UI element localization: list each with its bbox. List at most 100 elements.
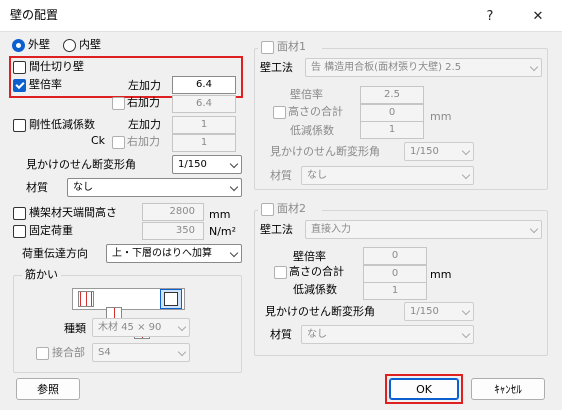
panel2-method-value: 直接入力 — [311, 224, 351, 235]
rigidity-right-label: 右加力 — [127, 135, 160, 148]
material-select[interactable]: なし — [67, 178, 242, 197]
multiplier-checkbox[interactable] — [13, 79, 26, 92]
outer-wall-label: 外壁 — [28, 38, 50, 51]
beam-height-unit: mm — [209, 208, 231, 221]
panel2-shear-value: 1/150 — [410, 306, 439, 317]
chevron-down-icon — [229, 248, 239, 258]
chevron-down-icon — [177, 322, 187, 332]
load-transfer-label: 荷重伝達方向 — [22, 247, 88, 260]
panel2-material-select[interactable]: なし — [301, 325, 474, 344]
chevron-down-icon — [529, 224, 539, 234]
panel1-material-select[interactable]: なし — [301, 166, 474, 185]
brace-cross-icon-frame — [80, 292, 92, 306]
panel1-material-value: なし — [307, 170, 327, 181]
panel2-multiplier-label: 壁倍率 — [293, 250, 326, 263]
panel1-reduction-label: 低減係数 — [290, 124, 334, 137]
shear-angle-select[interactable]: 1/150 — [172, 155, 242, 174]
load-transfer-value: 上・下層のはりへ加算 — [112, 248, 212, 259]
panel1-title: 面材1 — [277, 40, 306, 53]
window-title: 壁の配置 — [10, 8, 59, 22]
load-transfer-select[interactable]: 上・下層のはりへ加算 — [106, 244, 242, 263]
close-button[interactable]: ✕ — [518, 2, 558, 30]
chevron-down-icon — [461, 306, 471, 316]
partition-checkbox[interactable] — [13, 61, 26, 74]
right-force-checkbox[interactable] — [112, 97, 125, 110]
panel1-multiplier-label: 壁倍率 — [290, 88, 323, 101]
fixed-load-unit: N/m² — [209, 225, 237, 238]
right-force-label: 右加力 — [127, 96, 160, 109]
left-force-label: 左加力 — [128, 79, 161, 92]
partition-label: 間仕切り壁 — [29, 60, 84, 73]
panel1-height-checkbox[interactable] — [273, 106, 286, 119]
beam-height-label: 横架材天端間高さ — [29, 206, 117, 219]
beam-height-checkbox[interactable] — [13, 207, 26, 220]
panel2-reduction-label: 低減係数 — [293, 283, 337, 296]
panel2-material-value: なし — [307, 329, 327, 340]
rigidity-right-input[interactable]: 1 — [172, 134, 236, 152]
panel2-height-input[interactable]: 0 — [363, 265, 427, 283]
panel1-method-label: 壁工法 — [260, 61, 293, 74]
joint-checkbox[interactable] — [36, 347, 49, 360]
rigidity-checkbox[interactable] — [13, 119, 26, 132]
chevron-down-icon — [229, 159, 239, 169]
panel1-material-label: 材質 — [270, 169, 292, 182]
left-force-input[interactable]: 6.4 — [172, 76, 236, 94]
browse-button[interactable]: 参照 — [16, 378, 80, 400]
panel2-checkbox[interactable] — [261, 203, 274, 216]
rigidity-right-checkbox[interactable] — [112, 136, 125, 149]
inner-wall-label: 内壁 — [79, 38, 101, 51]
fixed-load-label: 固定荷重 — [29, 224, 73, 237]
panel2-height-unit: mm — [430, 268, 452, 281]
panel1-reduction-input[interactable]: 1 — [360, 121, 424, 139]
cancel-button[interactable]: ｷｬﾝｾﾙ — [471, 378, 545, 400]
chevron-down-icon — [177, 347, 187, 357]
ck-label: Ck — [91, 134, 106, 147]
panel1-height-unit: mm — [430, 110, 452, 123]
brace-type-select[interactable]: 木材 45 × 90 — [92, 318, 190, 337]
inner-wall-radio[interactable] — [63, 39, 76, 52]
ok-button[interactable]: OK — [389, 378, 459, 400]
joint-value: S4 — [98, 347, 111, 358]
panel2-title: 面材2 — [277, 202, 306, 215]
fixed-load-input[interactable]: 350 — [142, 222, 204, 240]
panel2-shear-select[interactable]: 1/150 — [404, 302, 474, 321]
panel2-reduction-input[interactable]: 1 — [363, 282, 427, 300]
joint-label: 接合部 — [52, 346, 85, 359]
panel2-multiplier-input[interactable]: 0 — [363, 247, 427, 265]
panel2-material-label: 材質 — [270, 328, 292, 341]
panel1-checkbox[interactable] — [261, 41, 274, 54]
rigidity-left-input[interactable]: 1 — [172, 116, 236, 134]
joint-select[interactable]: S4 — [92, 343, 190, 362]
panel2-height-checkbox[interactable] — [274, 266, 287, 279]
brace-none-icon — [164, 292, 178, 306]
outer-wall-radio[interactable] — [12, 39, 25, 52]
shear-angle-value: 1/150 — [178, 159, 207, 170]
panel2-shear-label: 見かけのせん断変形角 — [265, 305, 375, 318]
panel1-height-label: 高さの合計 — [288, 105, 343, 118]
panel1-multiplier-input[interactable]: 2.5 — [360, 86, 424, 104]
chevron-down-icon — [529, 62, 539, 72]
panel1-shear-value: 1/150 — [410, 146, 439, 157]
right-force-input[interactable]: 6.4 — [172, 95, 236, 113]
close-icon: ✕ — [532, 8, 544, 24]
help-button[interactable]: ? — [470, 2, 510, 30]
shear-angle-label: 見かけのせん断変形角 — [26, 158, 136, 171]
material-value: なし — [73, 182, 93, 193]
brace-type-value: 木材 45 × 90 — [98, 322, 162, 333]
panel1-shear-select[interactable]: 1/150 — [404, 142, 474, 161]
brace-type-label: 種類 — [64, 322, 86, 335]
panel2-method-select[interactable]: 直接入力 — [305, 220, 542, 239]
panel1-method-select[interactable]: 告 構造用合板(面材張り大壁) 2.5 — [305, 58, 542, 77]
panel1-height-input[interactable]: 0 — [360, 104, 424, 122]
rigidity-left-label: 左加力 — [128, 118, 161, 131]
brace-group-label: 筋かい — [22, 268, 61, 282]
multiplier-label: 壁倍率 — [29, 78, 62, 91]
chevron-down-icon — [461, 146, 471, 156]
chevron-down-icon — [461, 170, 471, 180]
beam-height-input[interactable]: 2800 — [142, 203, 204, 221]
chevron-down-icon — [229, 182, 239, 192]
panel2-height-label: 高さの合計 — [289, 265, 344, 278]
fixed-load-checkbox[interactable] — [13, 225, 26, 238]
panel1-method-value: 告 構造用合板(面材張り大壁) 2.5 — [311, 62, 462, 73]
chevron-down-icon — [461, 329, 471, 339]
